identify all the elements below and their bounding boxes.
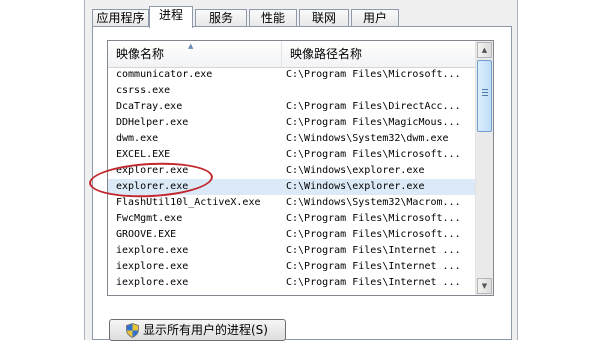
table-row[interactable]: DDHelper.exe C:\Program Files\MagicMous..… [108,115,476,131]
process-image-path: C:\Windows\System32\dwm.exe [286,133,449,144]
process-image-path: C:\Program Files\Microsoft... [286,69,461,80]
column-header-image-path[interactable]: 映像路径名称 [282,41,476,67]
process-image-path: C:\Program Files\Microsoft... [286,213,461,224]
tab-applications[interactable]: 应用程序 [92,9,149,27]
scroll-grip-icon [482,89,488,97]
scroll-down-button[interactable]: ▼ [477,278,492,294]
process-image-name: iexplore.exe [116,261,189,272]
tab-processes[interactable]: 进程 [149,6,193,28]
table-row[interactable]: communicator.exe C:\Program Files\Microso… [108,67,476,83]
process-image-path: C:\Program Files\Microsoft... [286,149,461,160]
process-image-path: C:\Program Files\Microsoft... [286,229,461,240]
list-header: ▲ 映像名称 映像路径名称 [108,41,476,68]
process-image-name: EXCEL.EXE [116,149,171,160]
process-image-name: iexplore.exe [116,277,189,288]
process-image-name: FwcMgmt.exe [116,213,183,224]
process-image-path: C:\Program Files\DirectAcc... [286,101,461,112]
process-image-path: C:\Program Files\MagicMous... [286,117,461,128]
process-image-path: C:\Program Files\Internet ... [286,245,461,256]
scroll-up-button[interactable]: ▲ [477,42,492,58]
process-image-path: C:\Windows\explorer.exe [286,165,425,176]
show-all-users-processes-label: 显示所有用户的进程(S) [143,323,268,337]
process-image-path: C:\Windows\System32\Macrom... [286,197,461,208]
table-row[interactable]: FlashUtil10l_ActiveX.exe C:\Windows\Syste… [108,195,476,211]
tab-performance[interactable]: 性能 [249,9,297,27]
tab-users[interactable]: 用户 [351,9,399,27]
column-header-image-path-label: 映像路径名称 [290,47,363,61]
column-header-image-name[interactable]: ▲ 映像名称 [108,41,282,67]
process-image-path: C:\Program Files\Internet ... [286,261,461,272]
table-row[interactable]: FwcMgmt.exe C:\Program Files\Microsoft... [108,211,476,227]
process-image-name: DDHelper.exe [116,117,189,128]
sort-ascending-icon: ▲ [188,42,194,50]
table-row[interactable]: EXCEL.EXE C:\Program Files\Microsoft... [108,147,476,163]
scroll-up-arrow-icon: ▲ [481,46,488,54]
show-all-users-processes-button[interactable]: 显示所有用户的进程(S) [109,319,286,341]
table-row[interactable]: dwm.exe C:\Windows\System32\dwm.exe [108,131,476,147]
table-row[interactable]: iexplore.exe C:\Program Files\Internet ..… [108,275,476,291]
table-row[interactable]: GROOVE.EXE C:\Program Files\Microsoft... [108,227,476,243]
process-image-name: GROOVE.EXE [116,229,177,240]
tab-services[interactable]: 服务 [195,9,247,27]
table-row[interactable]: csrss.exe [108,83,476,99]
process-image-path: C:\Program Files\Internet ... [286,277,461,288]
process-image-name: FlashUtil10l_ActiveX.exe [116,197,261,208]
uac-shield-icon [126,323,139,338]
process-image-name: dwm.exe [116,133,159,144]
tab-networking[interactable]: 联网 [299,9,349,27]
scroll-thumb[interactable] [477,60,492,132]
process-image-name: iexplore.exe [116,245,189,256]
table-row[interactable]: DcaTray.exe C:\Program Files\DirectAcc... [108,99,476,115]
process-image-name: DcaTray.exe [116,101,183,112]
scroll-down-arrow-icon: ▼ [481,282,488,290]
process-image-name: csrss.exe [116,85,171,96]
vertical-scrollbar[interactable]: ▲ ▼ [475,41,493,295]
table-row[interactable]: iexplore.exe C:\Program Files\Internet ..… [108,243,476,259]
process-image-name: communicator.exe [116,69,213,80]
process-image-path: C:\Windows\explorer.exe [286,181,425,192]
column-header-image-name-label: 映像名称 [116,47,165,61]
table-row[interactable]: iexplore.exe C:\Program Files\Internet ..… [108,259,476,275]
